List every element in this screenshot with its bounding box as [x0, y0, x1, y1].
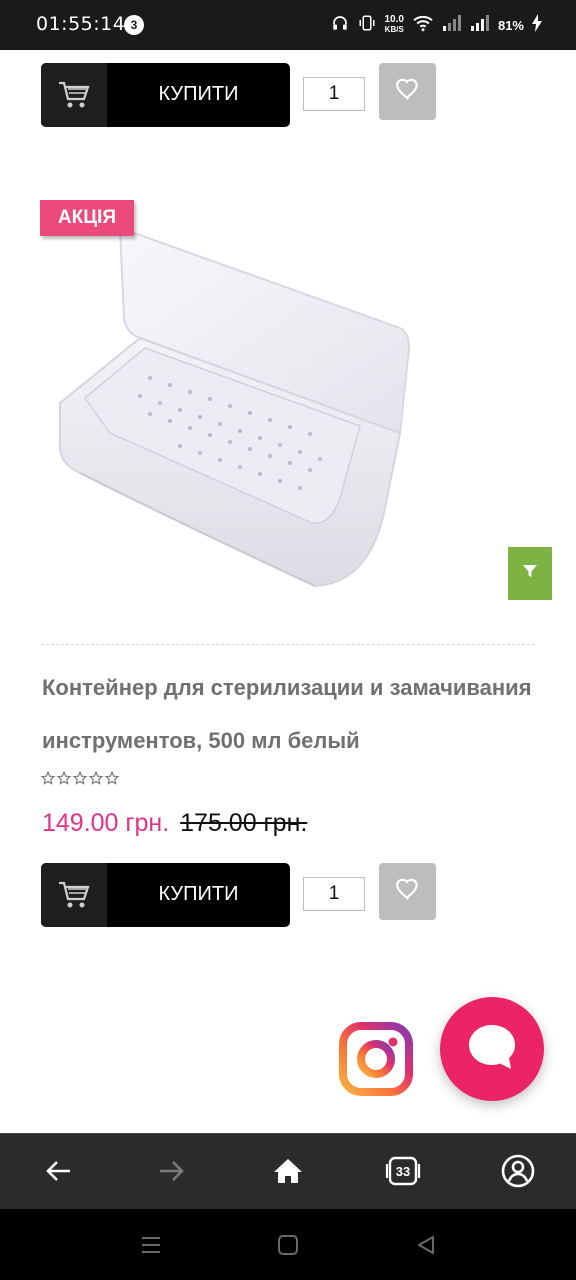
rating-stars: [41, 771, 119, 791]
star-icon: [73, 771, 87, 785]
network-speed-value: 10.0: [384, 14, 404, 25]
tabs-icon: 33: [385, 1156, 421, 1186]
quantity-input[interactable]: [303, 77, 365, 111]
vibrate-icon: [357, 14, 377, 37]
buy-button-label: КУПИТИ: [158, 883, 239, 905]
star-icon: [105, 771, 119, 785]
instagram-icon: [339, 1022, 413, 1096]
star-icon: [41, 771, 55, 785]
menu-icon: [142, 1237, 160, 1253]
cart-icon: [41, 863, 107, 927]
arrow-right-icon: [160, 1161, 184, 1181]
price-old: 175.00 грн.: [180, 809, 308, 837]
filter-icon: [522, 563, 538, 584]
price-current: 149.00 грн.: [42, 809, 170, 837]
status-time: 01:55:14: [36, 13, 126, 35]
battery-percent: 81%: [497, 17, 524, 33]
heart-icon: [395, 877, 421, 906]
product-buy-row: КУПИТИ: [41, 863, 441, 927]
star-icon: [57, 771, 71, 785]
charging-icon: [532, 13, 542, 37]
price-row: 149.00 грн. 175.00 грн.: [42, 809, 307, 838]
cart-icon: [41, 63, 107, 127]
chat-button[interactable]: [440, 997, 544, 1101]
top-buy-row: КУПИТИ: [41, 63, 441, 127]
system-home-button[interactable]: [274, 1231, 302, 1259]
signal-icon-sim1: [442, 14, 462, 36]
arrow-left-icon: [46, 1161, 70, 1181]
star-icon: [89, 771, 103, 785]
account-button[interactable]: [498, 1151, 538, 1191]
wishlist-button[interactable]: [379, 863, 436, 920]
instagram-button[interactable]: [337, 1020, 415, 1098]
user-icon: [501, 1154, 535, 1188]
status-icons: 10.0 KB/S 81%: [331, 12, 542, 38]
buy-button[interactable]: КУПИТИ: [41, 63, 290, 127]
system-back-button[interactable]: [412, 1231, 440, 1259]
filter-button[interactable]: [508, 547, 552, 600]
network-speed: 10.0 KB/S: [385, 15, 404, 35]
back-button[interactable]: [38, 1151, 78, 1191]
square-icon: [278, 1235, 298, 1255]
notification-count-badge: 3: [124, 15, 144, 35]
signal-icon-sim2: [470, 14, 490, 36]
divider: [41, 644, 535, 645]
product-image[interactable]: [40, 208, 436, 618]
triangle-back-icon: [418, 1236, 434, 1254]
status-bar: 01:55:14 3 10.0 KB/S 81%: [0, 0, 576, 50]
tabs-button[interactable]: 33: [383, 1151, 423, 1191]
system-navigation-bar: [0, 1209, 576, 1280]
home-button[interactable]: [268, 1151, 308, 1191]
headphones-icon: [331, 14, 349, 37]
chat-bubble-icon: [467, 1023, 517, 1076]
browser-toolbar: 33: [0, 1133, 576, 1210]
heart-icon: [395, 77, 421, 106]
tab-count: 33: [396, 1164, 410, 1179]
sale-badge: АКЦІЯ: [40, 200, 134, 236]
wifi-icon: [412, 14, 434, 37]
buy-button[interactable]: КУПИТИ: [41, 863, 290, 927]
forward-button[interactable]: [152, 1151, 192, 1191]
recent-apps-button[interactable]: [137, 1231, 165, 1259]
network-speed-unit: KB/S: [384, 25, 404, 34]
buy-button-label: КУПИТИ: [158, 83, 239, 105]
home-icon: [274, 1159, 302, 1183]
quantity-input[interactable]: [303, 877, 365, 911]
wishlist-button[interactable]: [379, 63, 436, 120]
product-title[interactable]: Контейнер для стерилизации и замачивания…: [42, 661, 542, 767]
